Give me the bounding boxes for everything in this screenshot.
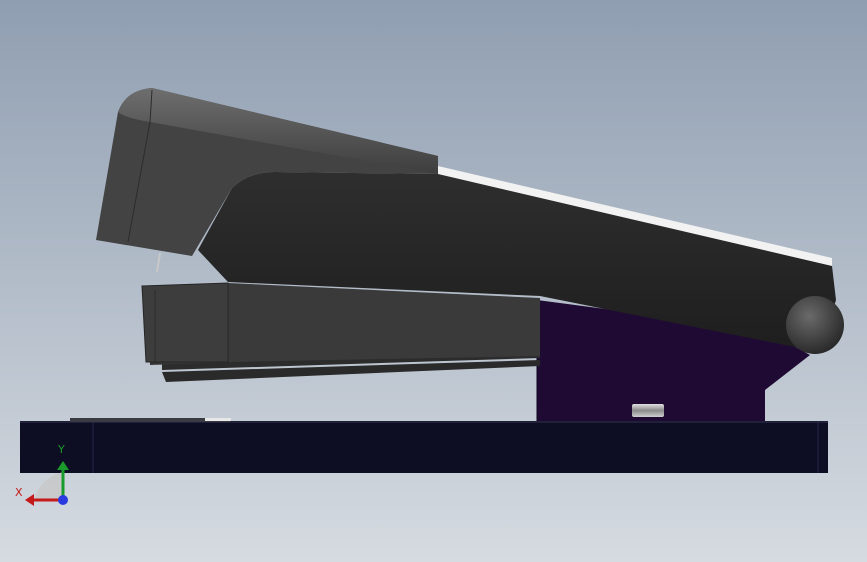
- hinge-pin[interactable]: [786, 296, 844, 354]
- graphics-viewport[interactable]: Y X: [0, 0, 867, 562]
- stapler-3d-model-view[interactable]: [0, 0, 867, 562]
- staple-release-slot[interactable]: [632, 404, 664, 417]
- z-axis-dot: [58, 495, 68, 505]
- y-axis-label: Y: [58, 443, 65, 456]
- x-axis-label: X: [15, 486, 23, 499]
- stapler-base[interactable]: [20, 418, 828, 473]
- staple-magazine[interactable]: [141, 282, 540, 382]
